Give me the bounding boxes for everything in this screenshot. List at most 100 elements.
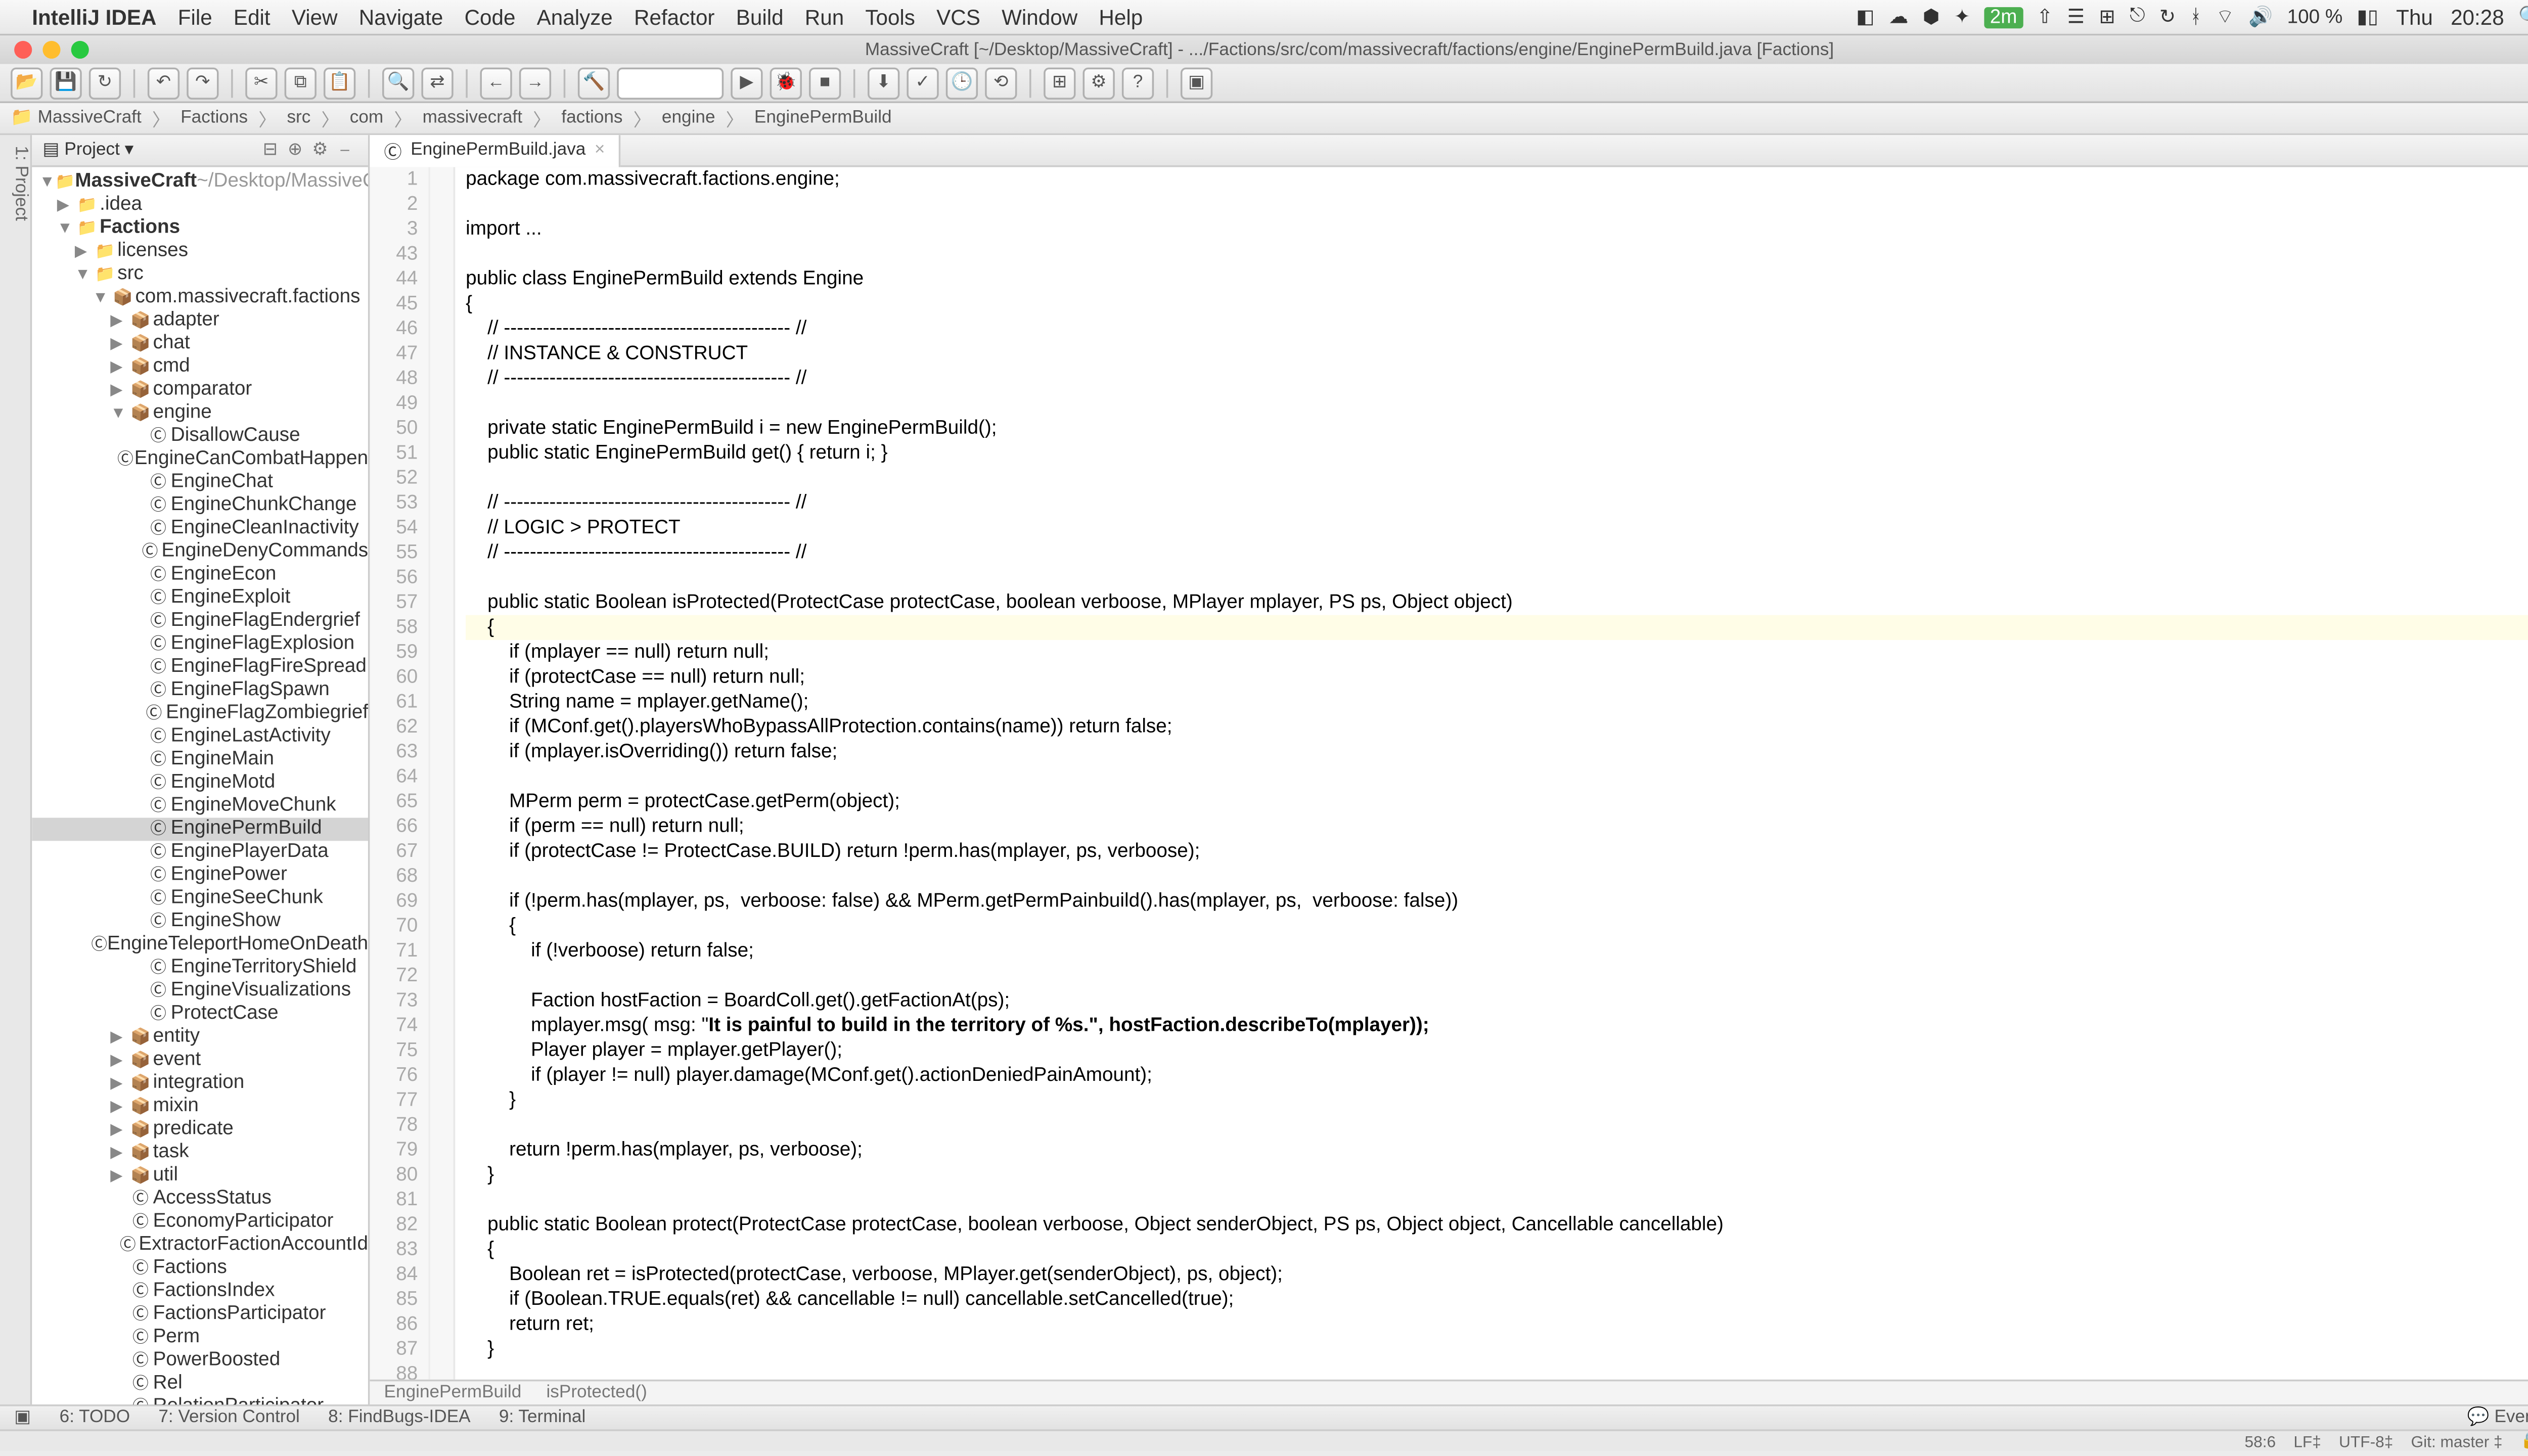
tree-row[interactable]: ▶📁licenses xyxy=(32,240,368,263)
menu-help[interactable]: Help xyxy=(1099,5,1143,29)
tree-row[interactable]: ▼📁MassiveCraft ~/Desktop/MassiveCraft xyxy=(32,171,368,194)
caret-position[interactable]: 58:6 xyxy=(2245,1432,2276,1450)
tree-row[interactable]: ▶📦adapter xyxy=(32,309,368,333)
tree-row[interactable]: ⒸEngineExploit xyxy=(32,586,368,610)
tree-row[interactable]: ▶📦util xyxy=(32,1164,368,1188)
tree-row[interactable]: ⒸEngineMain xyxy=(32,748,368,771)
tree-row[interactable]: ⒸEngineVisualizations xyxy=(32,980,368,1003)
tree-row[interactable]: ⒸEngineChunkChange xyxy=(32,494,368,518)
undo-button[interactable]: ↶ xyxy=(148,67,179,99)
vcs-revert-button[interactable]: ⟲ xyxy=(985,67,1017,99)
crumb-method[interactable]: isProtected() xyxy=(546,1383,647,1403)
tree-row[interactable]: ⒸExtractorFactionAccountId xyxy=(32,1234,368,1257)
crumb-class[interactable]: EnginePermBuild xyxy=(384,1383,522,1403)
status-icon[interactable]: ◧ xyxy=(1856,6,1875,29)
collapse-all-icon[interactable]: ⊟ xyxy=(258,141,283,160)
wifi-icon[interactable]: ⌔ xyxy=(2216,5,2234,29)
tree-row[interactable]: ⒸEconomyParticipator xyxy=(32,1211,368,1234)
tool-window-button[interactable]: ▣ xyxy=(0,1408,46,1428)
stop-button[interactable]: ■ xyxy=(809,67,841,99)
tree-row[interactable]: ⒸEngineMotd xyxy=(32,771,368,795)
tree-row[interactable]: ⒸEnginePower xyxy=(32,864,368,887)
tree-row[interactable]: ▼📦engine xyxy=(32,402,368,425)
menu-analyze[interactable]: Analyze xyxy=(537,5,613,29)
tree-row[interactable]: ⒸEngineFlagZombiegrief xyxy=(32,702,368,725)
git-branch[interactable]: Git: master ‡ xyxy=(2411,1432,2503,1450)
redo-button[interactable]: ↷ xyxy=(187,67,218,99)
status-icon[interactable]: ✦ xyxy=(1954,6,1970,29)
settings-button[interactable]: ⚙ xyxy=(1083,67,1115,99)
cut-button[interactable]: ✂ xyxy=(245,67,277,99)
status-icon[interactable]: ☁ xyxy=(1889,6,1909,29)
tree-row[interactable]: ▶📁.idea xyxy=(32,194,368,217)
breadcrumb-item[interactable]: factions xyxy=(561,109,622,128)
status-icon[interactable]: ⇧ xyxy=(2037,6,2053,29)
find-button[interactable]: 🔍 xyxy=(382,67,414,99)
tree-row[interactable]: ⒸPerm xyxy=(32,1326,368,1349)
tree-row[interactable]: ⒸEngineCleanInactivity xyxy=(32,517,368,540)
sync-button[interactable]: ↻ xyxy=(89,67,121,99)
tree-row[interactable]: ⒸRelationParticipator xyxy=(32,1395,368,1404)
menu-build[interactable]: Build xyxy=(736,5,784,29)
close-icon[interactable] xyxy=(14,41,32,59)
tree-row[interactable]: ⒸEngineFlagFireSpread xyxy=(32,656,368,679)
tree-row[interactable]: ⒸEnginePermBuild xyxy=(32,818,368,841)
menu-view[interactable]: View xyxy=(292,5,338,29)
tree-row[interactable]: ⒸFactionsParticipator xyxy=(32,1303,368,1327)
build-button[interactable]: 🔨 xyxy=(578,67,610,99)
tree-row[interactable]: ▶📦integration xyxy=(32,1072,368,1095)
tree-row[interactable]: ▶📦comparator xyxy=(32,379,368,402)
status-icon[interactable]: 2m xyxy=(1984,6,2022,27)
status-icon[interactable]: ⊞ xyxy=(2099,6,2115,29)
maximize-icon[interactable] xyxy=(71,41,89,59)
breadcrumb-item[interactable]: engine xyxy=(662,109,715,128)
help-button[interactable]: ? xyxy=(1122,67,1154,99)
scroll-from-source-icon[interactable]: ⊕ xyxy=(283,141,307,160)
tree-row[interactable]: ▶📦cmd xyxy=(32,355,368,379)
paste-button[interactable]: 📋 xyxy=(324,67,355,99)
open-button[interactable]: 📂 xyxy=(11,67,42,99)
tree-row[interactable]: ⒸEngineSeeChunk xyxy=(32,887,368,911)
tree-row[interactable]: ⒸEngineEcon xyxy=(32,564,368,587)
volume-icon[interactable]: 🔊 xyxy=(2248,6,2273,29)
status-icon[interactable]: ☰ xyxy=(2067,6,2085,29)
tree-row[interactable]: ▶📦event xyxy=(32,1049,368,1072)
tree-row[interactable]: ▼📁Factions xyxy=(32,217,368,240)
forward-button[interactable]: → xyxy=(519,67,551,99)
bluetooth-icon[interactable]: ᚼ xyxy=(2190,6,2201,27)
tree-row[interactable]: ⒸEngineTeleportHomeOnDeath xyxy=(32,933,368,957)
menu-navigate[interactable]: Navigate xyxy=(359,5,443,29)
breadcrumb-item[interactable]: EnginePermBuild xyxy=(754,109,892,128)
tree-row[interactable]: ▶📦mixin xyxy=(32,1095,368,1118)
replace-button[interactable]: ⇄ xyxy=(421,67,453,99)
tree-row[interactable]: ▶📦chat xyxy=(32,333,368,356)
close-tab-icon[interactable]: × xyxy=(595,141,605,160)
save-button[interactable]: 💾 xyxy=(50,67,81,99)
bottom-tool-todo[interactable]: 6: TODO xyxy=(46,1408,145,1428)
menu-refactor[interactable]: Refactor xyxy=(634,5,715,29)
status-icon[interactable]: ↻ xyxy=(2159,6,2176,29)
tree-row[interactable]: ⒸDisallowCause xyxy=(32,425,368,448)
breadcrumb-item[interactable]: com xyxy=(350,109,383,128)
tree-row[interactable]: ⒸEngineMoveChunk xyxy=(32,795,368,818)
menu-file[interactable]: File xyxy=(178,5,212,29)
copy-button[interactable]: ⧉ xyxy=(285,67,317,99)
tree-row[interactable]: ▶📦predicate xyxy=(32,1118,368,1142)
minimize-icon[interactable] xyxy=(42,41,60,59)
lock-icon[interactable]: 🔒 xyxy=(2520,1431,2528,1451)
tree-row[interactable]: ⒸEngineTerritoryShield xyxy=(32,957,368,980)
tree-row[interactable]: ⒸRel xyxy=(32,1373,368,1396)
line-separator[interactable]: LF‡ xyxy=(2293,1432,2321,1450)
tree-row[interactable]: ⒸFactions xyxy=(32,1257,368,1280)
tree-row[interactable]: ▼📦com.massivecraft.factions xyxy=(32,286,368,309)
tree-row[interactable]: ⒸEngineLastActivity xyxy=(32,725,368,749)
run-config-select[interactable] xyxy=(617,67,724,99)
hide-icon[interactable]: ⎯ xyxy=(333,141,357,160)
bottom-tool-findbugsidea[interactable]: 8: FindBugs-IDEA xyxy=(314,1408,485,1428)
breadcrumb-item[interactable]: massivecraft xyxy=(423,109,522,128)
clock-day[interactable]: Thu xyxy=(2396,5,2433,29)
tree-row[interactable]: ▶📦entity xyxy=(32,1026,368,1049)
bottom-tool-terminal[interactable]: 9: Terminal xyxy=(485,1408,600,1428)
clock-time[interactable]: 20:28 xyxy=(2451,5,2504,29)
breadcrumb-item[interactable]: src xyxy=(287,109,310,128)
